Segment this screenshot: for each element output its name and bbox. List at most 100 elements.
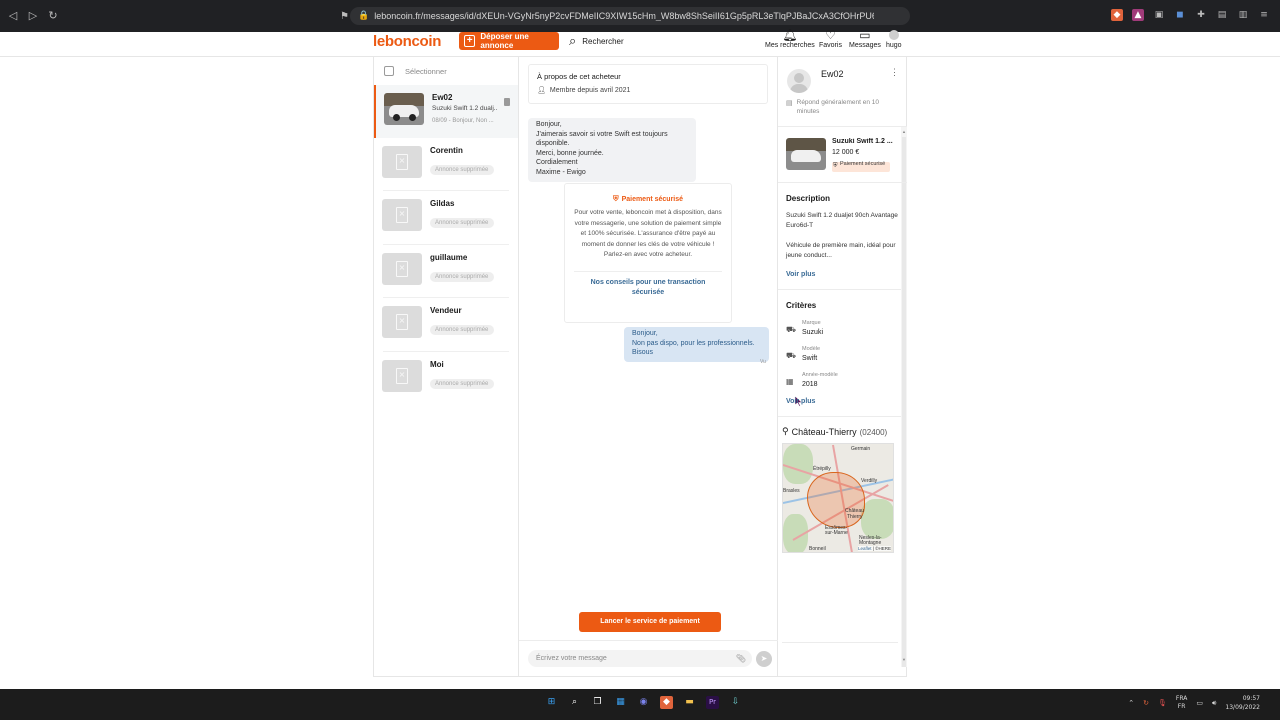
secure-transaction-tips-link[interactable]: Nos conseils pour une transaction sécuri… — [574, 278, 722, 298]
select-all-row[interactable]: Sélectionner — [374, 57, 518, 85]
brave-shield-icon[interactable]: ◆ — [1111, 9, 1123, 21]
bell-icon: 🔔︎ — [782, 28, 798, 42]
post-ad-label: Déposer une annonce — [480, 32, 529, 50]
start-payment-button[interactable]: Lancer le service de paiement — [579, 612, 721, 632]
conversation-item[interactable]: × Moi Annonce supprimée — [374, 352, 518, 405]
network-icon[interactable]: ▭ — [1196, 699, 1203, 707]
conversation-item[interactable]: × Corentin Annonce supprimée — [374, 138, 518, 191]
clock-time: 09:57 — [1242, 695, 1260, 702]
more-options-icon[interactable]: ⋮ — [890, 67, 899, 78]
sidebar-icon[interactable]: ▤ — [1216, 9, 1228, 21]
message-placeholder: Écrivez votre message — [536, 655, 607, 662]
conversation-name: Vendeur — [430, 306, 462, 315]
nav-my-searches[interactable]: 🔔︎ Mes recherches — [765, 28, 815, 49]
badge-label: Paiement sécurisé — [840, 161, 886, 167]
shield-icon: ⛨ — [833, 162, 838, 169]
location-map[interactable]: Germain Étrépilly Verdilly Château Thier… — [782, 443, 894, 553]
file-explorer-icon[interactable]: ▬ — [683, 696, 696, 709]
scroll-down-arrow[interactable]: ▼ — [902, 657, 906, 662]
extension-icon[interactable]: ◼ — [1174, 9, 1186, 21]
extension-icon[interactable]: ▣ — [1153, 9, 1165, 21]
leaflet-link[interactable]: Leaflet — [858, 546, 872, 551]
conversation-name: guillaume — [430, 252, 468, 262]
address-bar[interactable]: ⚑ 🔒 leboncoin.fr/messages/id/dXEUn-VGyNr… — [340, 7, 910, 25]
forward-icon[interactable]: ▷ — [26, 9, 40, 23]
trash-icon[interactable] — [504, 98, 510, 106]
nav-messages[interactable]: ▭ Messages — [849, 28, 881, 49]
brave-browser-icon[interactable]: ◆ — [660, 696, 673, 709]
scrollbar-thumb[interactable] — [902, 137, 906, 667]
ad-summary[interactable]: Suzuki Swift 1.2 ... 12 000 € ⛨ Paiement… — [778, 127, 907, 183]
deleted-ad-thumbnail: × — [382, 199, 422, 231]
trash-icon: × — [396, 314, 408, 330]
widgets-icon[interactable]: ▦ — [614, 696, 627, 709]
map-label: Essômes-sur-Marne — [825, 525, 848, 536]
map-label: Bonneil — [809, 546, 826, 552]
message-line: Merci, bonne journée. — [536, 149, 604, 157]
premiere-icon[interactable]: Pr — [706, 696, 719, 709]
criterion-value: 2018 — [802, 381, 818, 388]
brave-rewards-icon[interactable]: ▲ — [1132, 9, 1144, 21]
map-label: Verdilly — [861, 478, 878, 484]
language-indicator[interactable]: FRA FR — [1176, 695, 1187, 711]
select-all-label: Sélectionner — [405, 66, 447, 76]
send-button[interactable]: ➤ — [756, 651, 772, 667]
nav-favorites[interactable]: ♡ Favoris — [819, 28, 842, 49]
message-input[interactable]: Écrivez votre message 📎︎ — [528, 650, 752, 667]
bookmark-icon[interactable]: ⚑ — [340, 11, 349, 22]
task-view-icon[interactable]: ❐ — [591, 696, 604, 709]
conversation-item[interactable]: × Vendeur Annonce supprimée — [374, 298, 518, 351]
response-time-text: Répond généralement en 10 minutes — [796, 99, 880, 115]
microphone-icon[interactable]: 🎙︎ — [1158, 699, 1167, 707]
secure-payment-badge: ⛨ Paiement sécurisé — [832, 161, 890, 172]
map-forest — [861, 499, 893, 539]
chat-icon[interactable]: ◉ — [637, 696, 650, 709]
lock-icon[interactable]: 🔒 — [358, 11, 369, 21]
divider — [574, 270, 722, 272]
search-icon[interactable]: ⌕ — [568, 696, 581, 709]
criterion-label: Marque — [802, 320, 821, 326]
wallet-icon[interactable]: ▥ — [1237, 9, 1249, 21]
conversation-item[interactable]: Ew02 Suzuki Swift 1.2 dualj... 08/09 - B… — [374, 85, 518, 138]
windows-start-icon[interactable]: ⊞ — [545, 696, 558, 709]
nav-account[interactable]: hugo — [886, 28, 902, 49]
reload-icon[interactable]: ↻ — [46, 9, 60, 23]
app-icon[interactable]: ⇩ — [729, 696, 742, 709]
conversation-subtitle: Suzuki Swift 1.2 dualj... — [432, 105, 498, 112]
clock[interactable]: 09:57 13/09/2022 — [1225, 694, 1260, 712]
nav-label: hugo — [886, 42, 902, 49]
seller-name[interactable]: Ew02 — [821, 69, 844, 79]
conversation-item[interactable]: × guillaume Annonce supprimée — [374, 245, 518, 298]
chevron-up-icon[interactable]: ⌃ — [1128, 699, 1134, 707]
see-more-link[interactable]: Voir plus — [786, 398, 899, 405]
back-icon[interactable]: ◁ — [6, 9, 20, 23]
city-name: Château-Thierry — [791, 427, 857, 437]
secure-payment-body: Pour votre vente, leboncoin met à dispos… — [574, 209, 722, 258]
windows-taskbar: ⊞ ⌕ ❐ ▦ ◉ ◆ ▬ Pr ⇩ ⌃ ↻ 🎙︎ FRA FR ▭ 🔊︎ 09… — [0, 689, 1280, 720]
heart-icon: ♡ — [825, 28, 836, 42]
avatar[interactable] — [787, 69, 811, 93]
criterion-label: Année-modèle — [802, 372, 838, 378]
clock-date: 13/09/2022 — [1225, 704, 1260, 711]
leboncoin-logo[interactable]: leboncoin — [373, 33, 441, 50]
select-all-checkbox[interactable] — [384, 66, 394, 76]
attach-icon[interactable]: 📎︎ — [736, 654, 746, 663]
conversation-name: Corentin — [430, 145, 463, 155]
map-label: Nesles-la-Montagne — [859, 535, 882, 546]
deleted-ad-thumbnail: × — [382, 306, 422, 338]
conversation-item[interactable]: × Gildas Annonce supprimée — [374, 191, 518, 244]
see-more-link[interactable]: Voir plus — [786, 271, 899, 278]
criterion-brand: ⛟ Marque Suzuki — [786, 320, 899, 336]
update-icon[interactable]: ↻ — [1143, 699, 1149, 707]
search-button[interactable]: ⌕ Rechercher — [569, 34, 624, 49]
post-ad-button[interactable]: + Déposer une annonce — [459, 32, 559, 50]
url-text[interactable]: leboncoin.fr/messages/id/dXEUn-VGyNr5nyP… — [374, 11, 874, 21]
puzzle-icon[interactable]: ✚ — [1195, 9, 1207, 21]
volume-icon[interactable]: 🔊︎ — [1212, 699, 1216, 708]
scrollbar[interactable] — [901, 127, 907, 667]
zip-code: (02400) — [859, 427, 888, 437]
menu-icon[interactable]: ≡ — [1258, 9, 1270, 21]
status-badge: Annonce supprimée — [430, 378, 494, 389]
criterion-value: Swift — [802, 355, 818, 362]
description-text: Suzuki Swift 1.2 dualjet 90ch Avantage E… — [786, 212, 898, 229]
